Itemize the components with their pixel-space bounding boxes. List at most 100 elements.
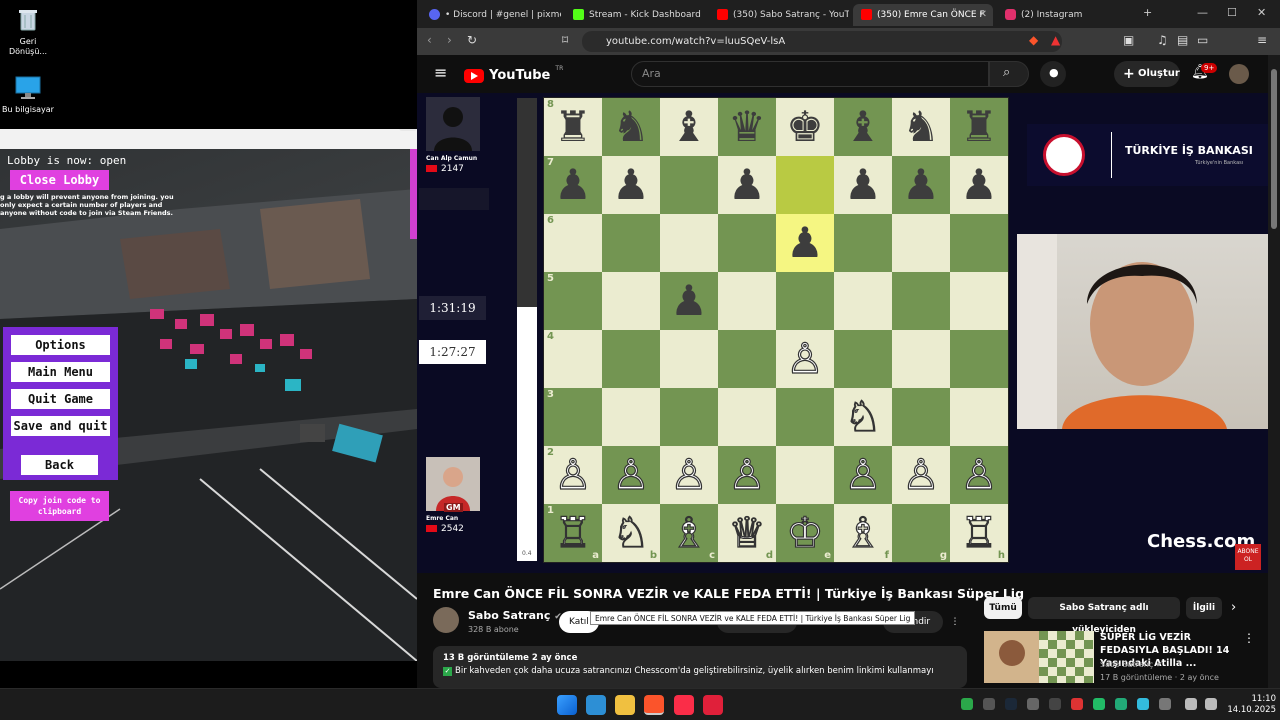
board-square[interactable]: e ♔ (776, 504, 834, 562)
page-scrollbar[interactable] (1268, 55, 1280, 688)
url-field[interactable]: youtube.com/watch?v=luuSQeV-lsA (582, 31, 1062, 52)
search-input[interactable]: Ara (631, 61, 989, 87)
white-piece[interactable]: ♕ (728, 511, 767, 554)
desktop-icon-this-pc[interactable]: Bu bilgisayar (0, 74, 56, 115)
board-square[interactable] (950, 388, 1008, 446)
board-square[interactable] (718, 388, 776, 446)
brave-rewards-icon[interactable]: ▲ (1051, 33, 1060, 47)
board-square[interactable]: g (892, 504, 950, 562)
chess-board[interactable]: 8 ♜ ♞ ♝ ♛ ♚ ♝ ♞ ♜ 7 ♟ ♟ ♟ ♟ ♟ ♟ 6 ♟ 5 ♟ 4 ♙ 3 ♘ 2 ♙ ♙ ♙ ♙ ♙ ♙ ♙ 1 a ♖ b ♘ c ♗ d… (543, 97, 1009, 563)
system-clock[interactable]: 11:10 14.10.2025 (1226, 694, 1276, 716)
tray-app-icon[interactable] (983, 698, 995, 710)
board-square[interactable]: ♟ (892, 156, 950, 214)
back-arrow-icon[interactable]: ‹ (427, 33, 432, 47)
white-piece[interactable]: ♙ (960, 453, 999, 496)
board-square[interactable] (602, 388, 660, 446)
board-square[interactable]: 2 ♙ (544, 446, 602, 504)
board-square[interactable] (660, 330, 718, 388)
channel-name[interactable]: Sabo Satranç ✔ (468, 609, 562, 622)
white-piece[interactable]: ♘ (844, 395, 883, 438)
black-piece[interactable]: ♟ (960, 164, 998, 206)
network-icon[interactable] (1185, 698, 1197, 710)
board-square[interactable]: ♚ (776, 98, 834, 156)
video-player[interactable]: Can Alp Camun 2147 1:31:19 1:27:27 GM Em… (417, 93, 1268, 573)
chip-all[interactable]: Tümü (984, 597, 1022, 619)
quit-game-button[interactable]: Quit Game (11, 389, 110, 409)
streaming-app-icon[interactable] (703, 695, 723, 715)
tray-app-icon[interactable] (1071, 698, 1083, 710)
close-window-icon[interactable]: ✕ (1257, 6, 1266, 19)
tray-app-icon[interactable] (1137, 698, 1149, 710)
tray-app-icon[interactable] (1027, 698, 1039, 710)
board-square[interactable] (950, 272, 1008, 330)
white-piece[interactable]: ♙ (786, 337, 825, 380)
tab-instagram[interactable]: (2) Instagram (997, 4, 1137, 26)
white-piece[interactable]: ♔ (786, 511, 825, 554)
minimize-icon[interactable]: — (1197, 6, 1208, 19)
tray-app-icon[interactable] (1159, 698, 1171, 710)
white-piece[interactable]: ♗ (670, 511, 709, 554)
tray-app-icon[interactable] (1093, 698, 1105, 710)
subscribe-overlay[interactable]: ABONE OL (1235, 544, 1261, 570)
board-square[interactable]: ♟ (660, 272, 718, 330)
board-square[interactable] (660, 214, 718, 272)
scrollbar-thumb[interactable] (1271, 69, 1277, 229)
voice-search-button[interactable]: ● (1040, 61, 1066, 87)
black-piece[interactable]: ♛ (728, 106, 766, 148)
board-square[interactable]: 5 (544, 272, 602, 330)
board-square[interactable]: ♙ (660, 446, 718, 504)
black-piece[interactable]: ♜ (960, 106, 998, 148)
board-square[interactable]: ♙ (834, 446, 892, 504)
bookmark-icon[interactable]: ⌑ (562, 33, 568, 47)
maximize-icon[interactable]: ☐ (1227, 6, 1237, 19)
save-and-quit-button[interactable]: Save and quit (11, 416, 110, 436)
chip-related[interactable]: İlgili (1186, 597, 1222, 619)
board-square[interactable]: f ♗ (834, 504, 892, 562)
tray-app-icon[interactable] (1115, 698, 1127, 710)
board-square[interactable]: c ♗ (660, 504, 718, 562)
board-square[interactable] (602, 272, 660, 330)
board-square[interactable] (602, 214, 660, 272)
black-piece[interactable]: ♝ (670, 106, 708, 148)
board-square[interactable]: ♘ (834, 388, 892, 446)
tab-discord[interactable]: • Discord | #genel | pixmens (421, 4, 561, 26)
board-square[interactable]: 1 a ♖ (544, 504, 602, 562)
create-button[interactable]: + Oluştur (1114, 61, 1180, 87)
board-square[interactable] (834, 330, 892, 388)
board-square[interactable]: ♝ (834, 98, 892, 156)
volume-icon[interactable] (1205, 698, 1217, 710)
search-button[interactable]: ⌕ (989, 61, 1029, 87)
black-piece[interactable]: ♟ (612, 164, 650, 206)
black-piece[interactable]: ♜ (554, 106, 592, 148)
recommended-video-channel[interactable]: Sabo Satranç ✔ (1100, 660, 1163, 669)
new-tab-icon[interactable]: + (1143, 6, 1152, 19)
black-piece[interactable]: ♟ (844, 164, 882, 206)
board-square[interactable]: ♙ (950, 446, 1008, 504)
menu-icon[interactable]: ≡ (1257, 33, 1267, 47)
more-actions-button[interactable]: ⋮ (943, 611, 967, 633)
options-button[interactable]: Options (11, 335, 110, 355)
white-piece[interactable]: ♙ (612, 453, 651, 496)
avatar[interactable] (1229, 64, 1249, 84)
board-square[interactable] (660, 388, 718, 446)
black-piece[interactable]: ♟ (554, 164, 592, 206)
main-menu-button[interactable]: Main Menu (11, 362, 110, 382)
game-titlebar[interactable] (0, 129, 417, 149)
white-piece[interactable]: ♙ (554, 453, 593, 496)
board-square[interactable] (776, 446, 834, 504)
board-square[interactable] (950, 214, 1008, 272)
board-square[interactable]: ♟ (776, 214, 834, 272)
tray-app-icon[interactable] (961, 698, 973, 710)
reload-icon[interactable]: ↻ (467, 33, 477, 47)
brave-browser-icon[interactable] (644, 695, 664, 715)
board-square[interactable]: b ♘ (602, 504, 660, 562)
white-piece[interactable]: ♘ (612, 511, 651, 554)
white-piece[interactable]: ♙ (844, 453, 883, 496)
board-square[interactable]: ♙ (602, 446, 660, 504)
youtube-logo[interactable]: YouTube TR (464, 65, 563, 84)
board-square[interactable] (950, 330, 1008, 388)
tab-youtube-video[interactable]: (350) Emre Can ÖNCE F ✕ (853, 4, 993, 26)
board-square[interactable]: ♛ (718, 98, 776, 156)
board-square[interactable]: ♙ (892, 446, 950, 504)
white-piece[interactable]: ♙ (670, 453, 709, 496)
